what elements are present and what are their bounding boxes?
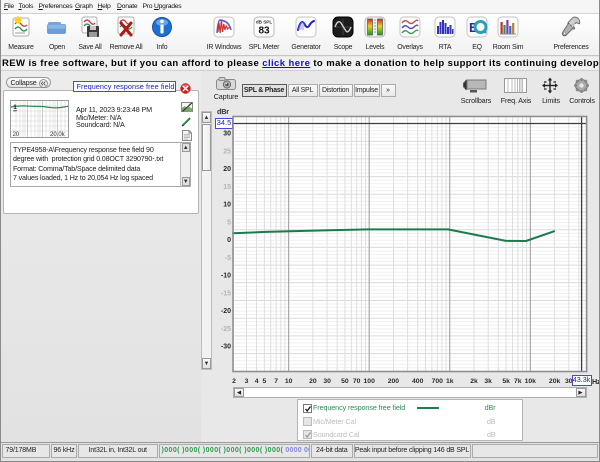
svg-text:7: 7 (274, 378, 278, 385)
svg-text:-20: -20 (221, 308, 231, 315)
svg-text:3k: 3k (484, 378, 492, 385)
svg-text:2: 2 (232, 378, 236, 385)
svg-text:-15: -15 (221, 290, 231, 297)
svg-text:0: 0 (227, 237, 231, 244)
svg-text:-30: -30 (221, 344, 231, 351)
svg-text:200: 200 (388, 378, 400, 385)
svg-text:5: 5 (227, 219, 231, 226)
svg-text:100: 100 (364, 378, 376, 385)
svg-text:10: 10 (285, 378, 293, 385)
svg-text:15: 15 (223, 184, 231, 191)
svg-text:-10: -10 (221, 273, 231, 280)
svg-text:10k: 10k (525, 378, 537, 385)
svg-text:5k: 5k (502, 378, 510, 385)
svg-text:20: 20 (223, 166, 231, 173)
svg-text:30: 30 (223, 131, 231, 138)
svg-text:5: 5 (263, 378, 267, 385)
svg-text:1k: 1k (446, 378, 454, 385)
svg-text:700: 700 (432, 378, 444, 385)
svg-text:30: 30 (323, 378, 331, 385)
svg-text:20k: 20k (549, 378, 561, 385)
svg-text:2k: 2k (470, 378, 478, 385)
svg-text:20: 20 (309, 378, 317, 385)
svg-text:-25: -25 (221, 326, 231, 333)
svg-text:10: 10 (223, 202, 231, 209)
svg-text:-5: -5 (225, 255, 231, 262)
svg-text:400: 400 (412, 378, 424, 385)
svg-text:4: 4 (255, 378, 259, 385)
svg-text:70: 70 (353, 378, 361, 385)
svg-text:3: 3 (245, 378, 249, 385)
svg-text:25: 25 (223, 148, 231, 155)
svg-text:50: 50 (341, 378, 349, 385)
svg-text:7k: 7k (514, 378, 522, 385)
